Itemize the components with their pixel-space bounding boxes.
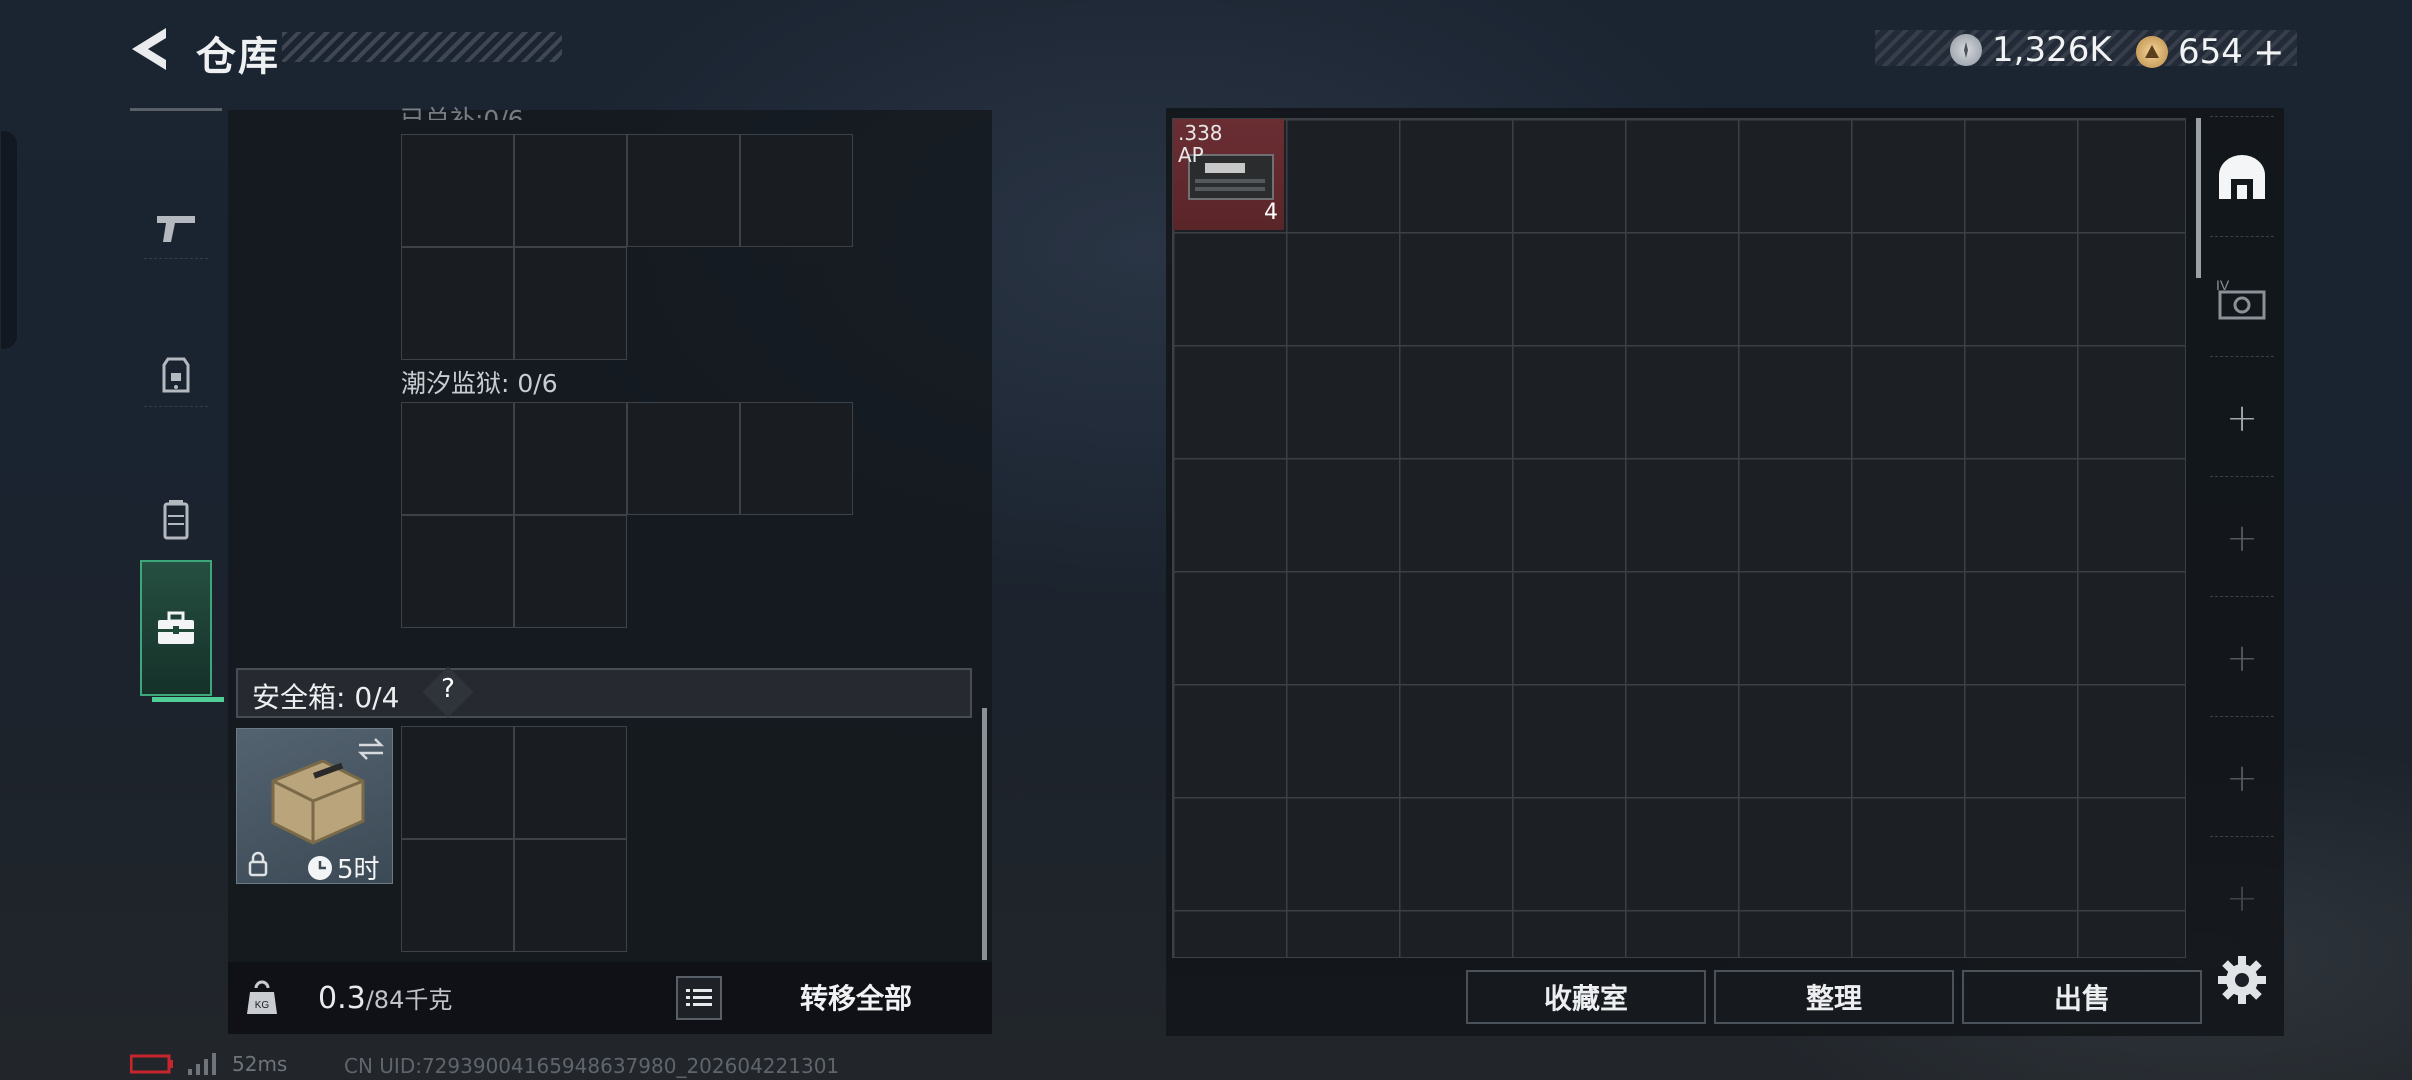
timer-text: 5时 bbox=[337, 855, 380, 885]
slot-cell[interactable] bbox=[401, 247, 514, 360]
network-status: 52ms bbox=[130, 1052, 287, 1076]
left-scrollbar[interactable] bbox=[982, 708, 987, 960]
signal-icon bbox=[188, 1053, 216, 1075]
backpack-icon bbox=[162, 357, 190, 393]
slot-cell[interactable] bbox=[514, 515, 627, 628]
ping-text: 52ms bbox=[232, 1052, 288, 1076]
collection-room-button[interactable]: 收藏室 bbox=[1466, 970, 1706, 1024]
transfer-all-button[interactable]: 转移全部 bbox=[736, 968, 976, 1026]
safe-case-item[interactable]: 5时 bbox=[236, 728, 393, 886]
gold-currency: 654 + bbox=[2136, 30, 2285, 74]
add-tab-button[interactable]: + bbox=[2206, 600, 2278, 716]
page-title: 仓库 bbox=[196, 34, 280, 80]
weight-max: /84千克 bbox=[365, 986, 453, 1014]
toolbox-icon bbox=[158, 611, 194, 644]
ammo-label: .338 AP bbox=[1178, 121, 1223, 167]
stash-tab-main[interactable] bbox=[2206, 120, 2278, 236]
safe-case-timer: 5时 bbox=[307, 849, 380, 886]
canister-icon bbox=[163, 500, 189, 540]
nav-item-safebox[interactable] bbox=[140, 560, 224, 702]
add-tab-button[interactable]: + bbox=[2206, 360, 2278, 476]
slot-cell[interactable] bbox=[627, 134, 740, 247]
slot-cell[interactable] bbox=[401, 726, 514, 839]
stash-tab-secondary[interactable]: IV bbox=[2206, 240, 2278, 356]
lock-icon bbox=[248, 851, 268, 877]
silver-currency: 1,326K bbox=[1950, 30, 2112, 70]
slot-cell[interactable] bbox=[740, 134, 853, 247]
safe-case-icon bbox=[271, 759, 365, 845]
battery-icon bbox=[130, 1054, 173, 1074]
weight-readout: 0.3/84千克 bbox=[318, 980, 452, 1016]
back-arrow-icon bbox=[132, 28, 166, 70]
slot-cell[interactable] bbox=[514, 247, 627, 360]
prison-section-label: 潮汐监狱: 0/6 bbox=[401, 369, 558, 398]
add-tab-button[interactable]: + bbox=[2206, 840, 2278, 956]
stash-grid[interactable] bbox=[1172, 118, 2186, 958]
section-label-top: 已兑补:0/6 bbox=[400, 105, 524, 120]
svg-text:KG: KG bbox=[255, 1000, 270, 1011]
silver-coin-icon bbox=[1950, 34, 1982, 66]
silver-amount: 1,326K bbox=[1992, 30, 2112, 70]
plus-icon: + bbox=[2226, 756, 2258, 800]
weight-icon: KG bbox=[247, 980, 277, 1014]
stash-icon bbox=[2219, 155, 2265, 199]
back-button[interactable] bbox=[126, 24, 172, 74]
gold-coin-icon bbox=[2136, 36, 2168, 68]
add-gold-button[interactable]: + bbox=[2253, 30, 2285, 74]
edge-handle[interactable] bbox=[0, 130, 18, 350]
ticket-icon: IV bbox=[2216, 277, 2266, 320]
ammo-count: 4 bbox=[1264, 200, 1278, 225]
weight-value: 0.3 bbox=[318, 981, 366, 1016]
help-icon: ? bbox=[441, 674, 455, 704]
sell-button[interactable]: 出售 bbox=[1962, 970, 2202, 1024]
plus-icon: + bbox=[2226, 636, 2258, 680]
pistol-icon bbox=[157, 216, 195, 242]
add-tab-button[interactable]: + bbox=[2206, 480, 2278, 596]
list-view-button[interactable] bbox=[676, 976, 722, 1020]
category-nav bbox=[130, 108, 224, 712]
slot-cell[interactable] bbox=[740, 402, 853, 515]
slot-cell[interactable] bbox=[401, 839, 514, 952]
gold-amount: 654 bbox=[2178, 32, 2243, 72]
plus-icon: + bbox=[2226, 516, 2258, 560]
clock-icon bbox=[308, 855, 332, 880]
slot-cell[interactable] bbox=[401, 134, 514, 247]
swap-icon[interactable] bbox=[355, 735, 387, 763]
safebox-label: 安全箱: 0/4 bbox=[252, 681, 400, 714]
slot-cell[interactable] bbox=[514, 134, 627, 247]
slot-cell[interactable] bbox=[401, 402, 514, 515]
plus-icon: + bbox=[2226, 876, 2258, 920]
gear-icon bbox=[2218, 956, 2266, 1004]
slot-cell[interactable] bbox=[514, 726, 627, 839]
organize-button[interactable]: 整理 bbox=[1714, 970, 1954, 1024]
plus-icon: + bbox=[2226, 396, 2258, 440]
slot-cell[interactable] bbox=[627, 402, 740, 515]
add-tab-button[interactable]: + bbox=[2206, 720, 2278, 836]
slot-cell[interactable] bbox=[514, 402, 627, 515]
stash-scrollbar[interactable] bbox=[2196, 118, 2201, 278]
nav-item-gear[interactable] bbox=[130, 304, 222, 444]
list-icon bbox=[686, 989, 712, 1006]
slot-cell[interactable] bbox=[514, 839, 627, 952]
slot-cell[interactable] bbox=[401, 515, 514, 628]
title-decoration bbox=[282, 32, 562, 62]
nav-item-weapon[interactable] bbox=[130, 158, 222, 298]
settings-button[interactable] bbox=[2216, 954, 2268, 1006]
uid-text: CN UID:7293900416594863798​0_20260422130… bbox=[344, 1054, 840, 1078]
